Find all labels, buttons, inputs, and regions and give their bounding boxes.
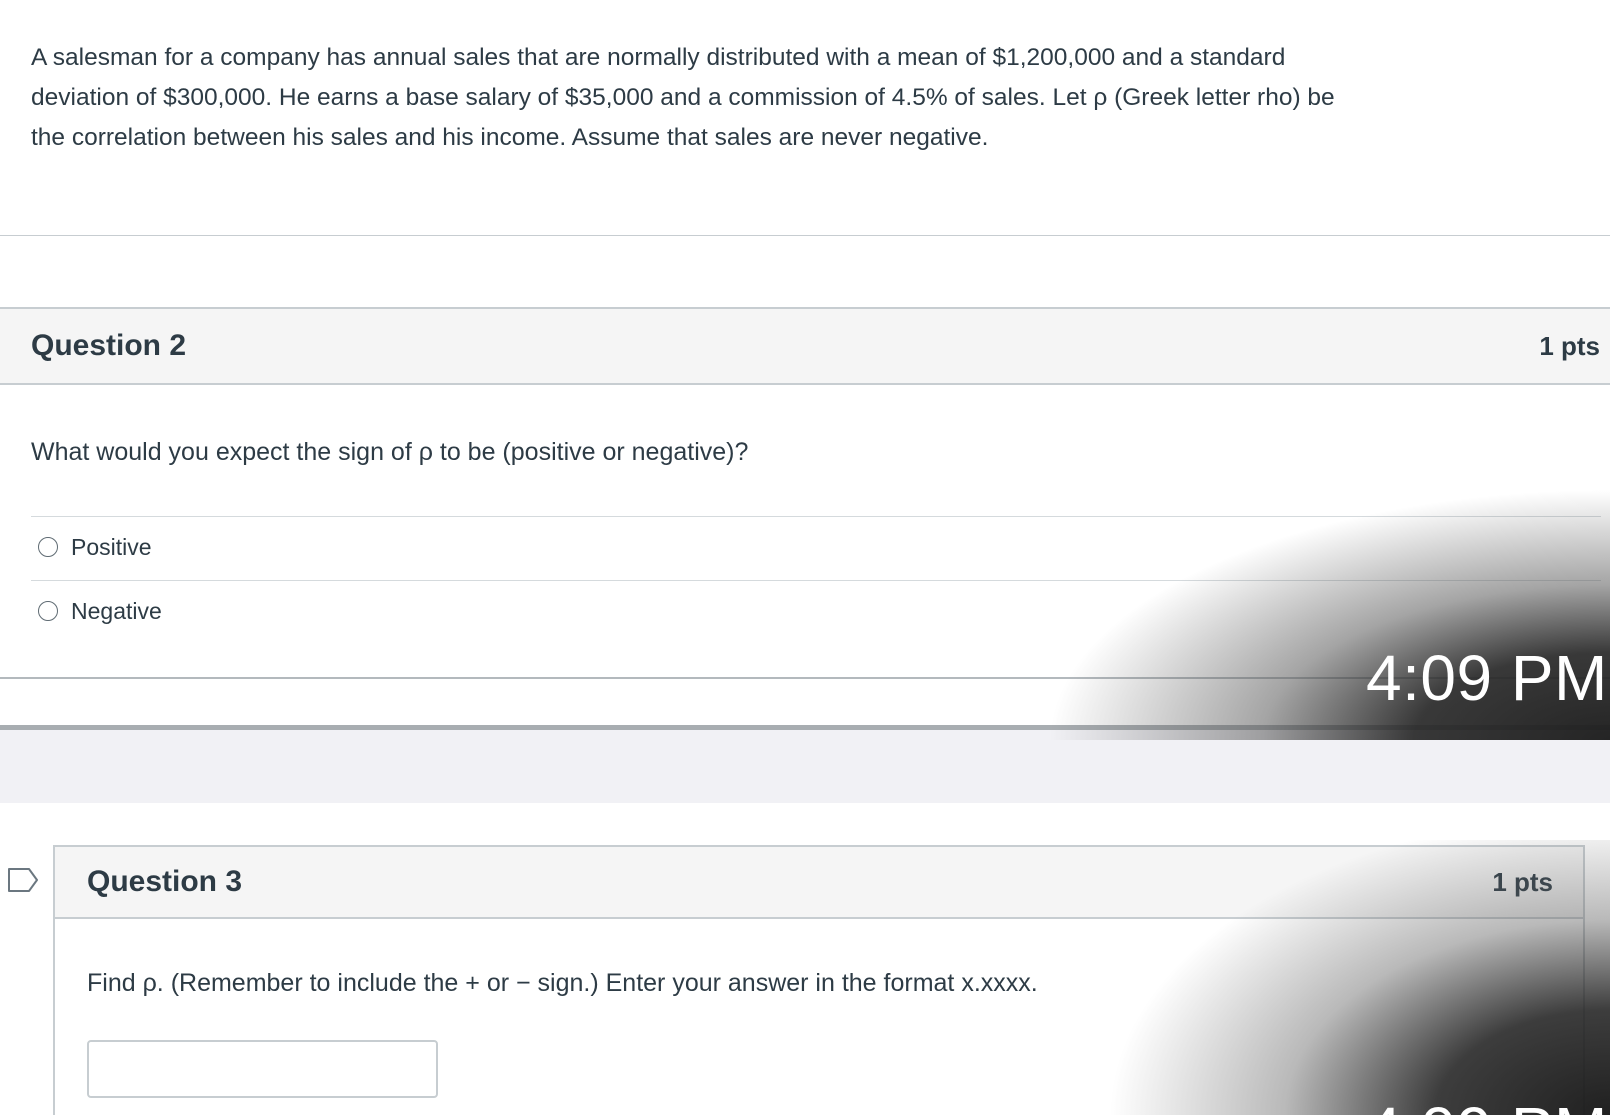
- question-3-title: Question 3: [87, 865, 243, 898]
- question-2-header: Question 2 1 pts: [0, 307, 1610, 385]
- question-intro-text: A salesman for a company has annual sale…: [31, 44, 1335, 151]
- question-3-points: 1 pts: [1492, 867, 1553, 897]
- answer-option-negative[interactable]: Negative: [38, 591, 162, 631]
- question-3-text: Find ρ. (Remember to include the + or − …: [87, 969, 1038, 997]
- question-2-points: 1 pts: [1539, 331, 1600, 361]
- notification-time: 4:09 PM: [1366, 642, 1608, 714]
- question-3-header: Question 3 1 pts: [55, 847, 1583, 919]
- answer-divider: [31, 580, 1601, 581]
- quiz-page: A salesman for a company has annual sale…: [0, 0, 1610, 1115]
- bookmark-flag-icon[interactable]: [7, 867, 39, 893]
- question-3-card: Question 3 1 pts Find ρ. (Remember to in…: [53, 845, 1585, 1115]
- radio-positive[interactable]: [38, 537, 58, 557]
- section-divider: [0, 235, 1610, 236]
- question-2-text: What would you expect the sign of ρ to b…: [31, 438, 749, 466]
- question-2-title: Question 2: [31, 329, 187, 362]
- radio-negative[interactable]: [38, 601, 58, 621]
- question-separator-band: [0, 730, 1610, 803]
- answer-divider: [31, 516, 1601, 517]
- answer-option-positive[interactable]: Positive: [38, 527, 152, 567]
- notification-time-partial: 4:09 PM: [1366, 1093, 1608, 1115]
- answer-label-negative: Negative: [71, 597, 162, 624]
- answer-input[interactable]: [87, 1040, 438, 1098]
- answer-label-positive: Positive: [71, 533, 152, 560]
